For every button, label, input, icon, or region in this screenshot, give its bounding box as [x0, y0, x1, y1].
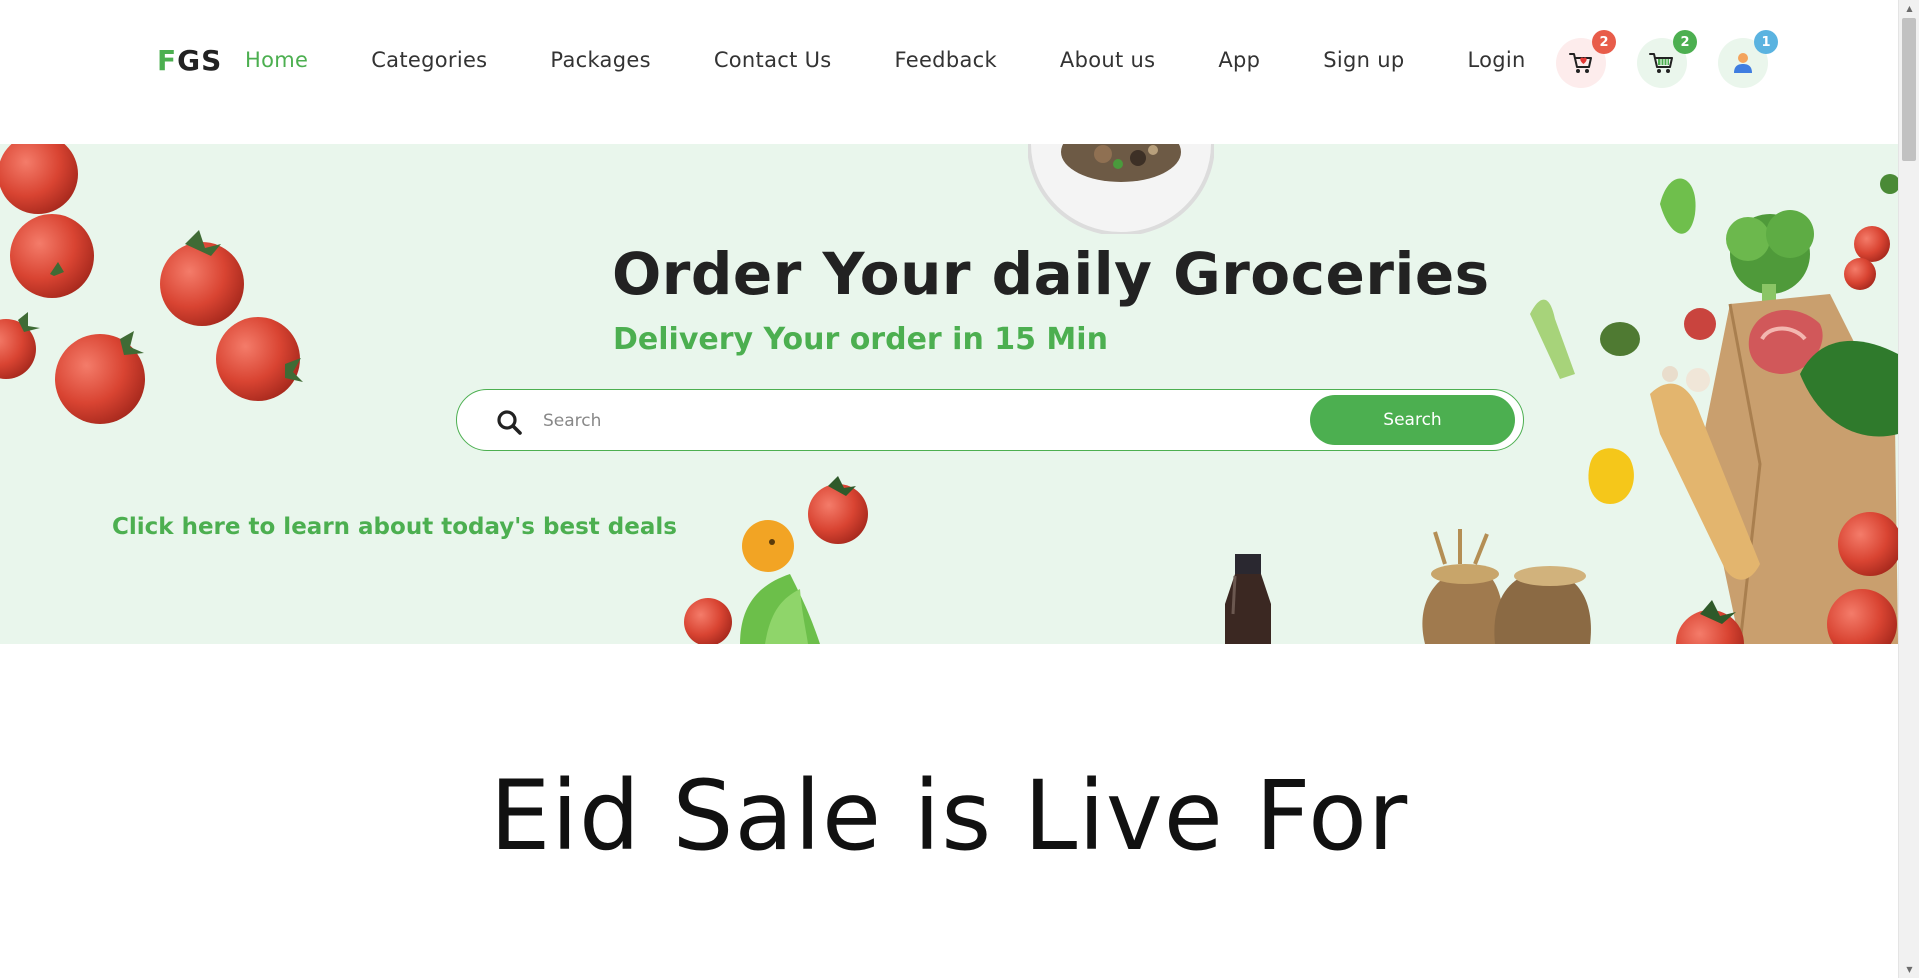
best-deals-link[interactable]: Click here to learn about today's best d…	[112, 514, 677, 540]
search-bar: Search	[456, 389, 1524, 451]
page-scrollbar[interactable]: ▲ ▼	[1898, 0, 1919, 978]
grocery-bag-decoration	[1530, 174, 1898, 644]
site-header: FGS Home Categories Packages Contact Us …	[0, 0, 1898, 144]
nav-sign-up[interactable]: Sign up	[1323, 48, 1404, 72]
logo[interactable]: FGS	[157, 44, 222, 77]
basket-cart-icon	[1649, 53, 1673, 73]
hero-banner: Order Your daily Groceries Delivery Your…	[0, 144, 1898, 644]
tomatoes-left-decoration	[0, 144, 303, 424]
user-icon	[1734, 53, 1752, 73]
logo-accent-letter: F	[157, 44, 178, 77]
food-plate-decoration	[1028, 144, 1214, 234]
nav-about-us[interactable]: About us	[1060, 48, 1155, 72]
user-count-badge: 1	[1754, 30, 1778, 54]
scroll-down-arrow-icon[interactable]: ▼	[1899, 961, 1919, 978]
nav-home[interactable]: Home	[245, 48, 308, 72]
nav-contact-us[interactable]: Contact Us	[714, 48, 832, 72]
scrollbar-thumb[interactable]	[1902, 18, 1916, 161]
logo-rest: GS	[177, 44, 223, 77]
cart-count-badge: 2	[1673, 30, 1697, 54]
search-icon	[497, 410, 522, 435]
wishlist-button[interactable]: 2	[1556, 30, 1616, 88]
scroll-up-arrow-icon[interactable]: ▲	[1899, 0, 1919, 17]
main-nav: Home Categories Packages Contact Us Feed…	[245, 48, 1526, 72]
nav-packages[interactable]: Packages	[550, 48, 650, 72]
nav-feedback[interactable]: Feedback	[895, 48, 997, 72]
heart-cart-icon	[1569, 53, 1592, 73]
nav-categories[interactable]: Categories	[371, 48, 487, 72]
user-account-button[interactable]: 1	[1718, 30, 1778, 88]
wishlist-count-badge: 2	[1592, 30, 1616, 54]
nav-login[interactable]: Login	[1468, 48, 1526, 72]
hero-subtitle: Delivery Your order in 15 Min	[613, 322, 1108, 357]
hero-title: Order Your daily Groceries	[612, 240, 1490, 308]
search-input[interactable]	[543, 402, 1243, 440]
sale-section-title: Eid Sale is Live For	[489, 760, 1409, 872]
bottle-decoration	[1225, 554, 1271, 644]
produce-bottom-decoration	[684, 476, 868, 644]
cart-button[interactable]: 2	[1637, 30, 1697, 88]
search-button[interactable]: Search	[1310, 395, 1515, 445]
nav-app[interactable]: App	[1218, 48, 1260, 72]
